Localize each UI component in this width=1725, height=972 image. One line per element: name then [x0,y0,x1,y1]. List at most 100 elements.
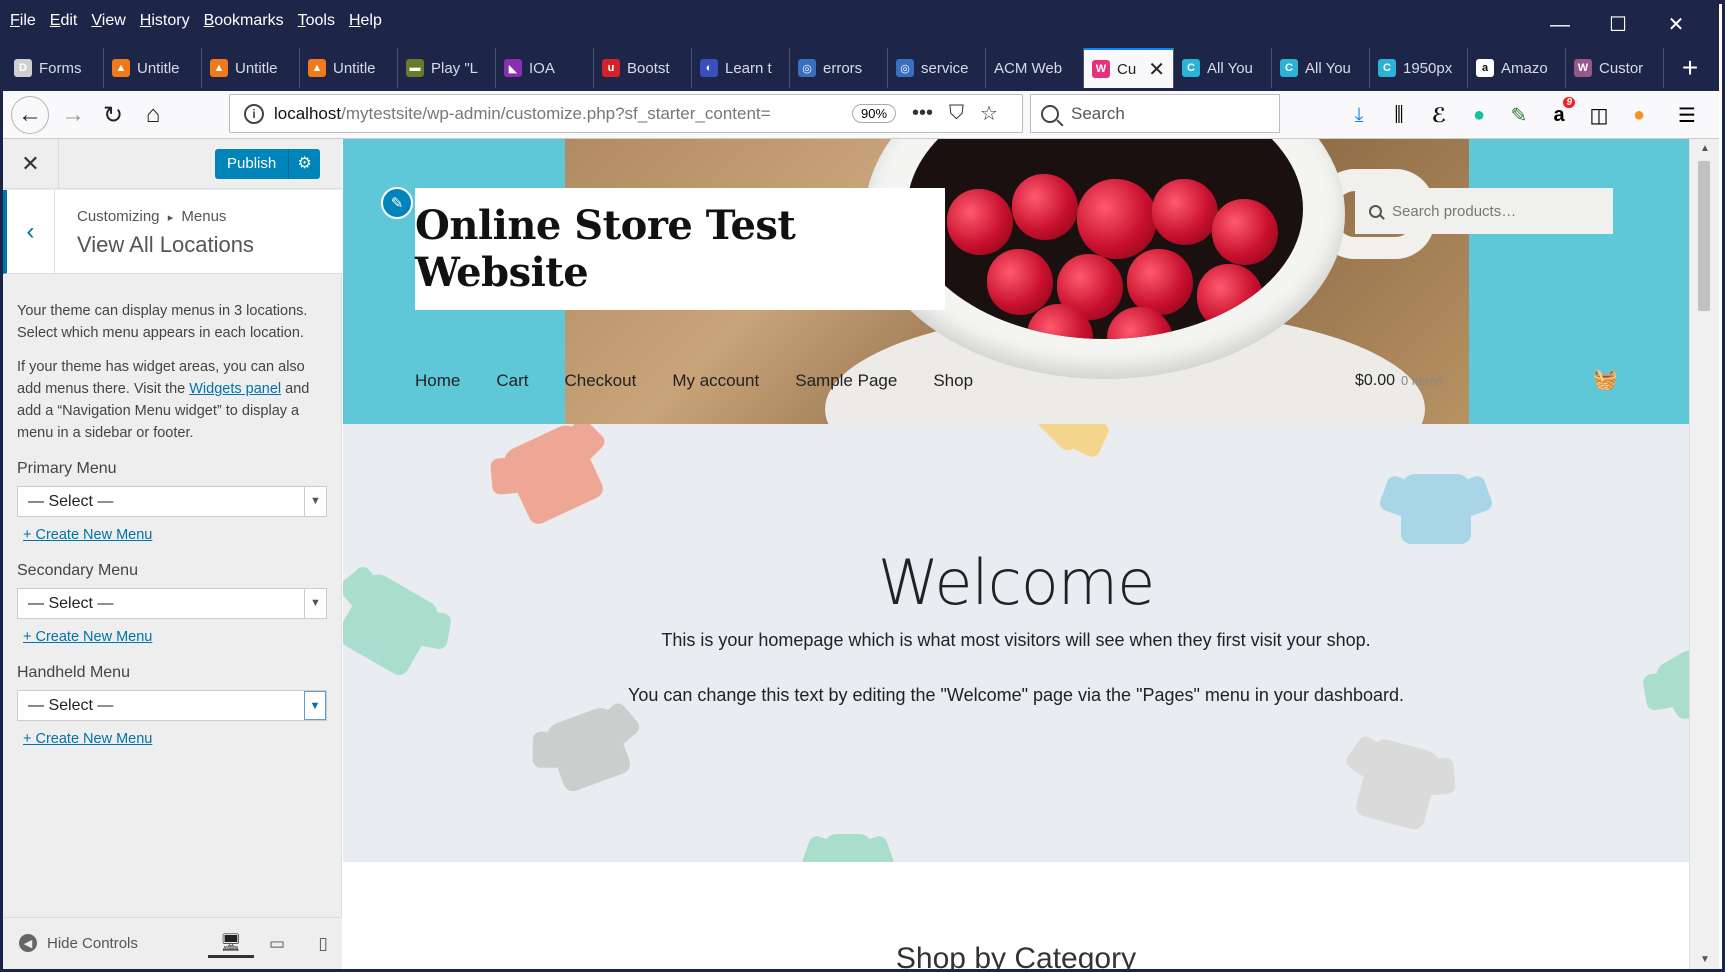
menu-accelerator: V [91,12,102,29]
scroll-down-arrow-icon[interactable]: ▼ [1690,954,1720,965]
desktop-preview-icon[interactable]: 🖥 [208,930,254,958]
menu-item-label: dit [60,12,78,29]
maximize-button[interactable]: ☐ [1589,8,1647,42]
hamburger-menu-icon[interactable]: ☰ [1667,99,1707,131]
preview-scrollbar[interactable]: ▲ ▼ [1689,139,1719,969]
bookmark-star-icon[interactable]: ☆ [980,101,998,126]
page-actions-icon[interactable]: ••• [912,102,933,125]
url-bar[interactable]: i localhost/mytestsite/wp-admin/customiz… [229,94,1023,133]
section-title: View All Locations [77,232,254,257]
back-button[interactable]: ← [11,96,49,134]
menu-item[interactable]: File [10,12,36,30]
nav-link[interactable]: My account [672,371,759,391]
menu-item[interactable]: Edit [50,12,78,30]
menu-item[interactable]: Bookmarks [204,12,284,30]
customizer-header: ✕ Publish ⚙ [3,139,342,189]
menu-location-select[interactable]: — Select — ▼ [17,486,327,517]
raspberry-shape [1127,249,1193,315]
menu-item-label: iew [101,12,126,29]
create-new-menu-link[interactable]: + Create New Menu [23,524,329,546]
welcome-text-1: This is your homepage which is what most… [661,630,1371,650]
tab-label: ACM Web [994,59,1063,77]
eyedropper-icon[interactable]: ✎ [1499,99,1539,131]
amazon-assistant-icon[interactable]: a9 [1539,97,1579,131]
evernote-icon[interactable]: ℰ [1419,99,1459,131]
create-new-menu-link[interactable]: + Create New Menu [23,626,329,648]
menu-location-select[interactable]: — Select — ▼ [17,690,327,721]
nav-link[interactable]: Home [415,371,460,391]
menu-location-group: Primary Menu — Select — ▼ + Create New Menu [17,458,329,546]
browser-tab[interactable]: C 1950px [1370,48,1468,88]
library-icon[interactable]: ⫼ [1379,99,1419,131]
sidebar-icon[interactable]: ◫ [1579,99,1619,131]
header-cart[interactable]: $0.00 0 items [1355,372,1443,390]
basket-icon[interactable]: 🧺 [1593,367,1618,392]
site-preview: ✎ Online Store Test Website Search produ… [343,139,1689,969]
product-search-input[interactable]: Search products… [1355,188,1613,234]
publish-settings-gear-icon[interactable]: ⚙ [288,149,321,179]
zoom-level-badge[interactable]: 90% [852,104,897,123]
extension-d-icon[interactable]: ● [1619,99,1659,131]
browser-tab[interactable]: ▲ Untitle [202,48,300,88]
menu-item[interactable]: View [91,12,125,30]
minimize-button[interactable]: — [1531,8,1589,42]
close-window-button[interactable]: ✕ [1647,8,1705,42]
raspberry-shape [947,189,1013,255]
menu-location-group: Handheld Menu — Select — ▼ + Create New Men… [17,662,329,750]
tab-label: service [921,59,969,77]
site-info-icon[interactable]: i [244,103,264,124]
menu-item[interactable]: Tools [298,12,335,30]
nav-link[interactable]: Cart [496,371,528,391]
new-tab-button[interactable]: + [1670,48,1710,88]
menu-location-group: Secondary Menu — Select — ▼ + Create New Me… [17,560,329,648]
close-customizer-button[interactable]: ✕ [3,139,59,189]
edit-shortcut-pencil-icon[interactable]: ✎ [381,187,413,219]
grammarly-icon[interactable]: ● [1459,99,1499,131]
menu-item-label: elp [360,12,382,29]
site-title[interactable]: Online Store Test Website [415,188,945,310]
scrollbar-thumb[interactable] [1698,161,1710,311]
browser-tab[interactable]: ◎ errors [790,48,888,88]
search-bar[interactable]: Search [1030,94,1280,133]
browser-tab[interactable]: ▲ Untitle [300,48,398,88]
browser-tab[interactable]: ◐ Learn t [692,48,790,88]
browser-tab[interactable]: ◎ service [888,48,986,88]
menu-item[interactable]: Help [349,12,382,30]
close-tab-icon[interactable]: ✕ [1148,57,1165,82]
tablet-preview-icon[interactable]: ▭ [254,930,300,958]
publish-button[interactable]: Publish [215,149,289,179]
browser-tab[interactable]: ACM Web [986,48,1084,88]
hide-controls-button[interactable]: ◀ Hide Controls [19,934,138,952]
scroll-up-arrow-icon[interactable]: ▲ [1690,143,1720,154]
browser-tab[interactable]: a Amazo [1468,48,1566,88]
menu-location-select[interactable]: — Select — ▼ [17,588,327,619]
menu-locations-body: Your theme can display menus in 3 locati… [17,274,329,750]
forward-button[interactable]: → [55,97,91,133]
menu-item-label: ile [19,12,36,29]
browser-tab[interactable]: D Forms [6,48,104,88]
widgets-panel-link[interactable]: Widgets panel [189,381,281,397]
browser-tab[interactable]: C All You [1174,48,1272,88]
nav-link[interactable]: Checkout [564,371,636,391]
download-icon[interactable]: ⤓ [1339,99,1379,131]
browser-tab[interactable]: C All You [1272,48,1370,88]
browser-tab[interactable]: ▲ Untitle [104,48,202,88]
browser-tab[interactable]: ◣ IOA [496,48,594,88]
menu-item-label: istory [151,12,190,29]
browser-tab[interactable]: u Bootst [594,48,692,88]
reload-button[interactable]: ↻ [95,97,131,133]
menu-item[interactable]: History [140,12,190,30]
create-new-menu-link[interactable]: + Create New Menu [23,728,329,750]
tab-label: Untitle [137,59,180,77]
browser-tab[interactable]: W Custor [1566,48,1664,88]
tab-label: All You [1305,59,1351,77]
nav-link[interactable]: Shop [933,371,973,391]
home-button[interactable]: ⌂ [135,97,171,133]
browser-tab[interactable]: ▬ Play "L [398,48,496,88]
back-section-button[interactable]: ‹ [7,190,55,274]
pocket-icon[interactable]: ⛉ [949,102,964,125]
browser-tab[interactable]: W Cu ✕ [1084,48,1174,88]
nav-link[interactable]: Sample Page [795,371,897,391]
mobile-preview-icon[interactable]: ▯ [300,930,346,958]
url-text[interactable]: localhost/mytestsite/wp-admin/customize.… [274,104,834,124]
